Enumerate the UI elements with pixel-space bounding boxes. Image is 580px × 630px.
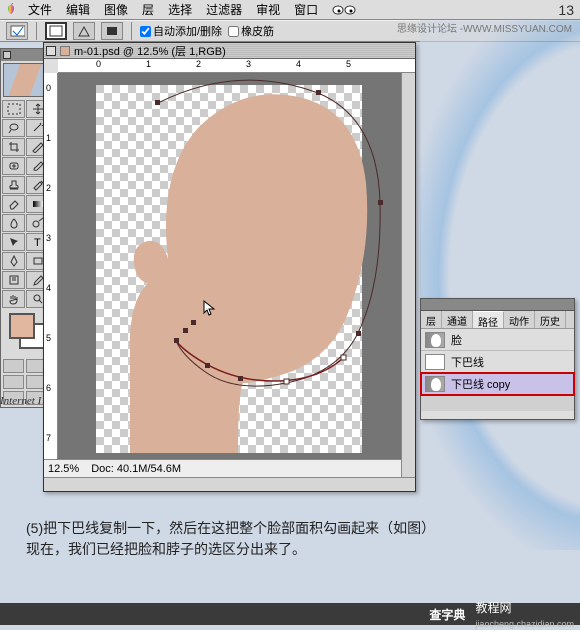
path-label: 下巴线 (451, 354, 484, 370)
apple-menu-icon[interactable] (2, 2, 20, 18)
path-thumb-icon (425, 376, 445, 392)
path-item-chin[interactable]: 下巴线 (421, 351, 574, 373)
quickmask-off[interactable] (3, 359, 24, 373)
blur-tool[interactable] (2, 214, 25, 232)
crop-tool[interactable] (2, 138, 25, 156)
path-mode-button[interactable] (45, 22, 67, 40)
page-footer: 查字典 教程网jiaocheng.chazidian.com (0, 603, 580, 625)
panel-header[interactable] (421, 299, 574, 311)
menu-view[interactable]: 审视 (250, 0, 286, 19)
svg-text:T: T (34, 237, 41, 248)
scrollbar-vertical[interactable] (401, 73, 415, 477)
menu-window[interactable]: 窗口 (288, 0, 324, 19)
window-close-button[interactable] (46, 46, 56, 56)
status-bar: 12.5% Doc: 40.1M/54.6M (44, 459, 401, 477)
path-label: 脸 (451, 332, 462, 348)
path-select-tool[interactable] (2, 233, 25, 251)
paths-panel: 层 通道 路径 动作 历史 脸 下巴线 下巴线 copy (420, 298, 575, 420)
ie-label: Internet I (0, 395, 41, 407)
lasso-tool[interactable] (2, 119, 25, 137)
menu-layer[interactable]: 层 (136, 0, 160, 19)
panel-tabs: 层 通道 路径 动作 历史 (421, 311, 574, 329)
path-thumb-icon (425, 332, 445, 348)
tab-actions[interactable]: 动作 (504, 311, 535, 328)
path-thumb-icon (425, 354, 445, 370)
ruler-vertical[interactable]: 0 1 2 3 4 5 6 7 (44, 73, 58, 459)
tab-layers[interactable]: 层 (421, 311, 442, 328)
tab-history[interactable]: 历史 (535, 311, 566, 328)
zoom-level[interactable]: 12.5% (48, 463, 79, 475)
footer-brand2: 教程网 (475, 601, 511, 615)
shape-mode-shapes-button[interactable] (73, 22, 95, 40)
canvas-artwork (58, 73, 401, 459)
document-window: m-01.psd @ 12.5% (层 1,RGB) 0 1 2 3 4 5 0… (43, 42, 416, 492)
menu-file[interactable]: 文件 (22, 0, 58, 19)
scrollbar-horizontal[interactable] (44, 477, 415, 491)
footer-brand: 查字典 (429, 606, 465, 623)
shape-mode-fill-button[interactable] (101, 22, 123, 40)
rubber-band-checkbox[interactable]: 橡皮筋 (228, 23, 274, 39)
menu-filter[interactable]: 过滤器 (200, 0, 248, 19)
menubar: 文件 编辑 图像 层 选择 过滤器 审视 窗口 13 (0, 0, 580, 20)
toolbox-close-button[interactable] (3, 51, 11, 59)
path-item-face[interactable]: 脸 (421, 329, 574, 351)
ruler-horizontal[interactable]: 0 1 2 3 4 5 (58, 59, 415, 73)
color-swatch[interactable] (3, 313, 47, 355)
menu-image[interactable]: 图像 (98, 0, 134, 19)
hand-tool[interactable] (2, 290, 25, 308)
tutorial-caption: (5)把下巴线复制一下，然后在这把整个脸部面积勾画起来（如图） 现在，我们已经把… (26, 518, 546, 560)
path-label: 下巴线 copy (451, 376, 510, 392)
eraser-tool[interactable] (2, 195, 25, 213)
tab-channels[interactable]: 通道 (442, 311, 473, 328)
menu-edit[interactable]: 编辑 (60, 0, 96, 19)
doc-info: Doc: 40.1M/54.6M (91, 463, 181, 475)
path-item-chin-copy[interactable]: 下巴线 copy (421, 373, 574, 395)
tool-preset-button[interactable] (6, 22, 28, 40)
watermark-text: 思缘设计论坛 -WWW.MISSYUAN.COM (397, 20, 572, 35)
panel-footer (421, 395, 574, 411)
menubar-right-number: 13 (558, 2, 574, 18)
heal-tool[interactable] (2, 157, 25, 175)
auto-add-delete-checkbox[interactable]: 自动添加/删除 (140, 23, 222, 39)
tab-paths[interactable]: 路径 (473, 311, 504, 328)
window-title: m-01.psd @ 12.5% (层 1,RGB) (74, 43, 226, 59)
footer-url: jiaocheng.chazidian.com (475, 619, 574, 629)
marquee-tool[interactable] (2, 100, 25, 118)
canvas[interactable] (58, 73, 401, 459)
eyes-icon[interactable] (330, 3, 358, 17)
pen-tool[interactable] (2, 252, 25, 270)
window-doc-icon (60, 46, 70, 56)
foreground-color[interactable] (9, 313, 35, 339)
screenmode-standard[interactable] (3, 375, 24, 389)
notes-tool[interactable] (2, 271, 25, 289)
menu-select[interactable]: 选择 (162, 0, 198, 19)
stamp-tool[interactable] (2, 176, 25, 194)
toolbox-preview (3, 63, 47, 97)
